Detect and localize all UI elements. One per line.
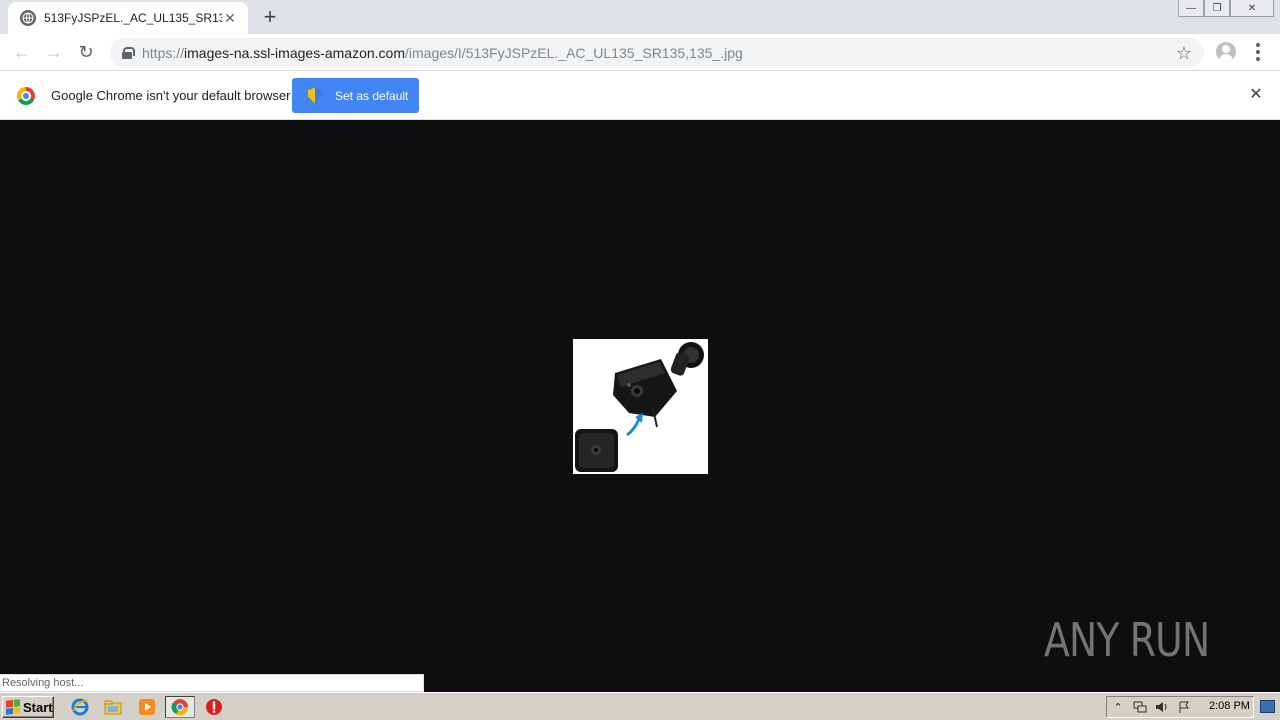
back-button[interactable]: ← bbox=[12, 42, 32, 62]
image-viewer: ANY RUN bbox=[0, 120, 1280, 692]
show-desktop-button[interactable] bbox=[1260, 700, 1275, 713]
watermark-text: ANY RUN bbox=[1044, 613, 1210, 667]
url-host: images-na.ssl-images-amazon.com bbox=[184, 44, 405, 61]
profile-avatar-icon[interactable] bbox=[1216, 42, 1236, 62]
window-close-button[interactable]: ✕ bbox=[1230, 0, 1274, 17]
address-bar[interactable]: https://images-na.ssl-images-amazon.com/… bbox=[110, 38, 1204, 67]
tab-title: 513FyJSPzEL._AC_UL135_SR135,135_.jpg bbox=[44, 11, 222, 25]
tab-strip: 513FyJSPzEL._AC_UL135_SR135,135_.jpg ✕ +… bbox=[0, 0, 1280, 34]
set-as-default-label: Set as default bbox=[335, 88, 409, 103]
browser-toolbar: ← → ↻ https://images-na.ssl-images-amazo… bbox=[0, 34, 1280, 71]
product-image[interactable] bbox=[573, 339, 708, 474]
chrome-icon[interactable] bbox=[165, 696, 195, 718]
infobar-close-icon[interactable]: ✕ bbox=[1248, 87, 1264, 103]
bookmark-star-icon[interactable]: ☆ bbox=[1176, 43, 1192, 64]
volume-icon[interactable] bbox=[1155, 700, 1169, 714]
status-bubble: Resolving host... bbox=[0, 674, 424, 692]
tab-active[interactable]: 513FyJSPzEL._AC_UL135_SR135,135_.jpg ✕ bbox=[8, 2, 248, 34]
chrome-logo-icon bbox=[17, 87, 35, 105]
media-player-icon[interactable] bbox=[137, 697, 157, 717]
network-icon[interactable] bbox=[1133, 700, 1147, 714]
camera-product-illustration bbox=[573, 339, 708, 474]
anyrun-watermark: ANY RUN bbox=[1038, 608, 1246, 672]
tab-close-icon[interactable]: ✕ bbox=[222, 10, 238, 26]
reload-button[interactable]: ↻ bbox=[76, 42, 96, 62]
default-browser-infobar: Google Chrome isn't your default browser… bbox=[0, 71, 1280, 120]
url-scheme: https:// bbox=[142, 44, 185, 61]
infobar-message: Google Chrome isn't your default browser bbox=[51, 88, 291, 103]
minimize-button[interactable]: — bbox=[1178, 0, 1204, 17]
tray-expand-icon[interactable]: ⌃ bbox=[1111, 700, 1125, 714]
globe-icon bbox=[20, 10, 36, 26]
window-controls: — ❐ ✕ bbox=[1178, 0, 1274, 17]
explorer-icon[interactable] bbox=[103, 697, 123, 717]
stop-icon[interactable] bbox=[204, 697, 224, 717]
restore-button[interactable]: ❐ bbox=[1204, 0, 1230, 17]
ie-icon[interactable] bbox=[70, 697, 90, 717]
start-label: Start bbox=[23, 699, 53, 715]
set-as-default-button[interactable]: Set as default bbox=[292, 78, 419, 113]
new-tab-button[interactable]: + bbox=[258, 6, 282, 28]
windows-logo-icon bbox=[6, 699, 20, 715]
uac-shield-icon bbox=[308, 87, 322, 104]
windows-taskbar: Start ⌃ 2:08 PM bbox=[0, 692, 1280, 720]
chrome-menu-icon[interactable] bbox=[1250, 42, 1266, 62]
lock-icon[interactable] bbox=[122, 46, 135, 59]
action-center-flag-icon[interactable] bbox=[1177, 700, 1191, 714]
url-text[interactable]: https://images-na.ssl-images-amazon.com/… bbox=[142, 45, 743, 61]
start-button[interactable]: Start bbox=[2, 696, 54, 718]
taskbar-clock[interactable]: 2:08 PM bbox=[1209, 700, 1250, 712]
forward-button[interactable]: → bbox=[44, 42, 64, 62]
url-path: /images/I/513FyJSPzEL._AC_UL135_SR135,13… bbox=[405, 44, 743, 61]
